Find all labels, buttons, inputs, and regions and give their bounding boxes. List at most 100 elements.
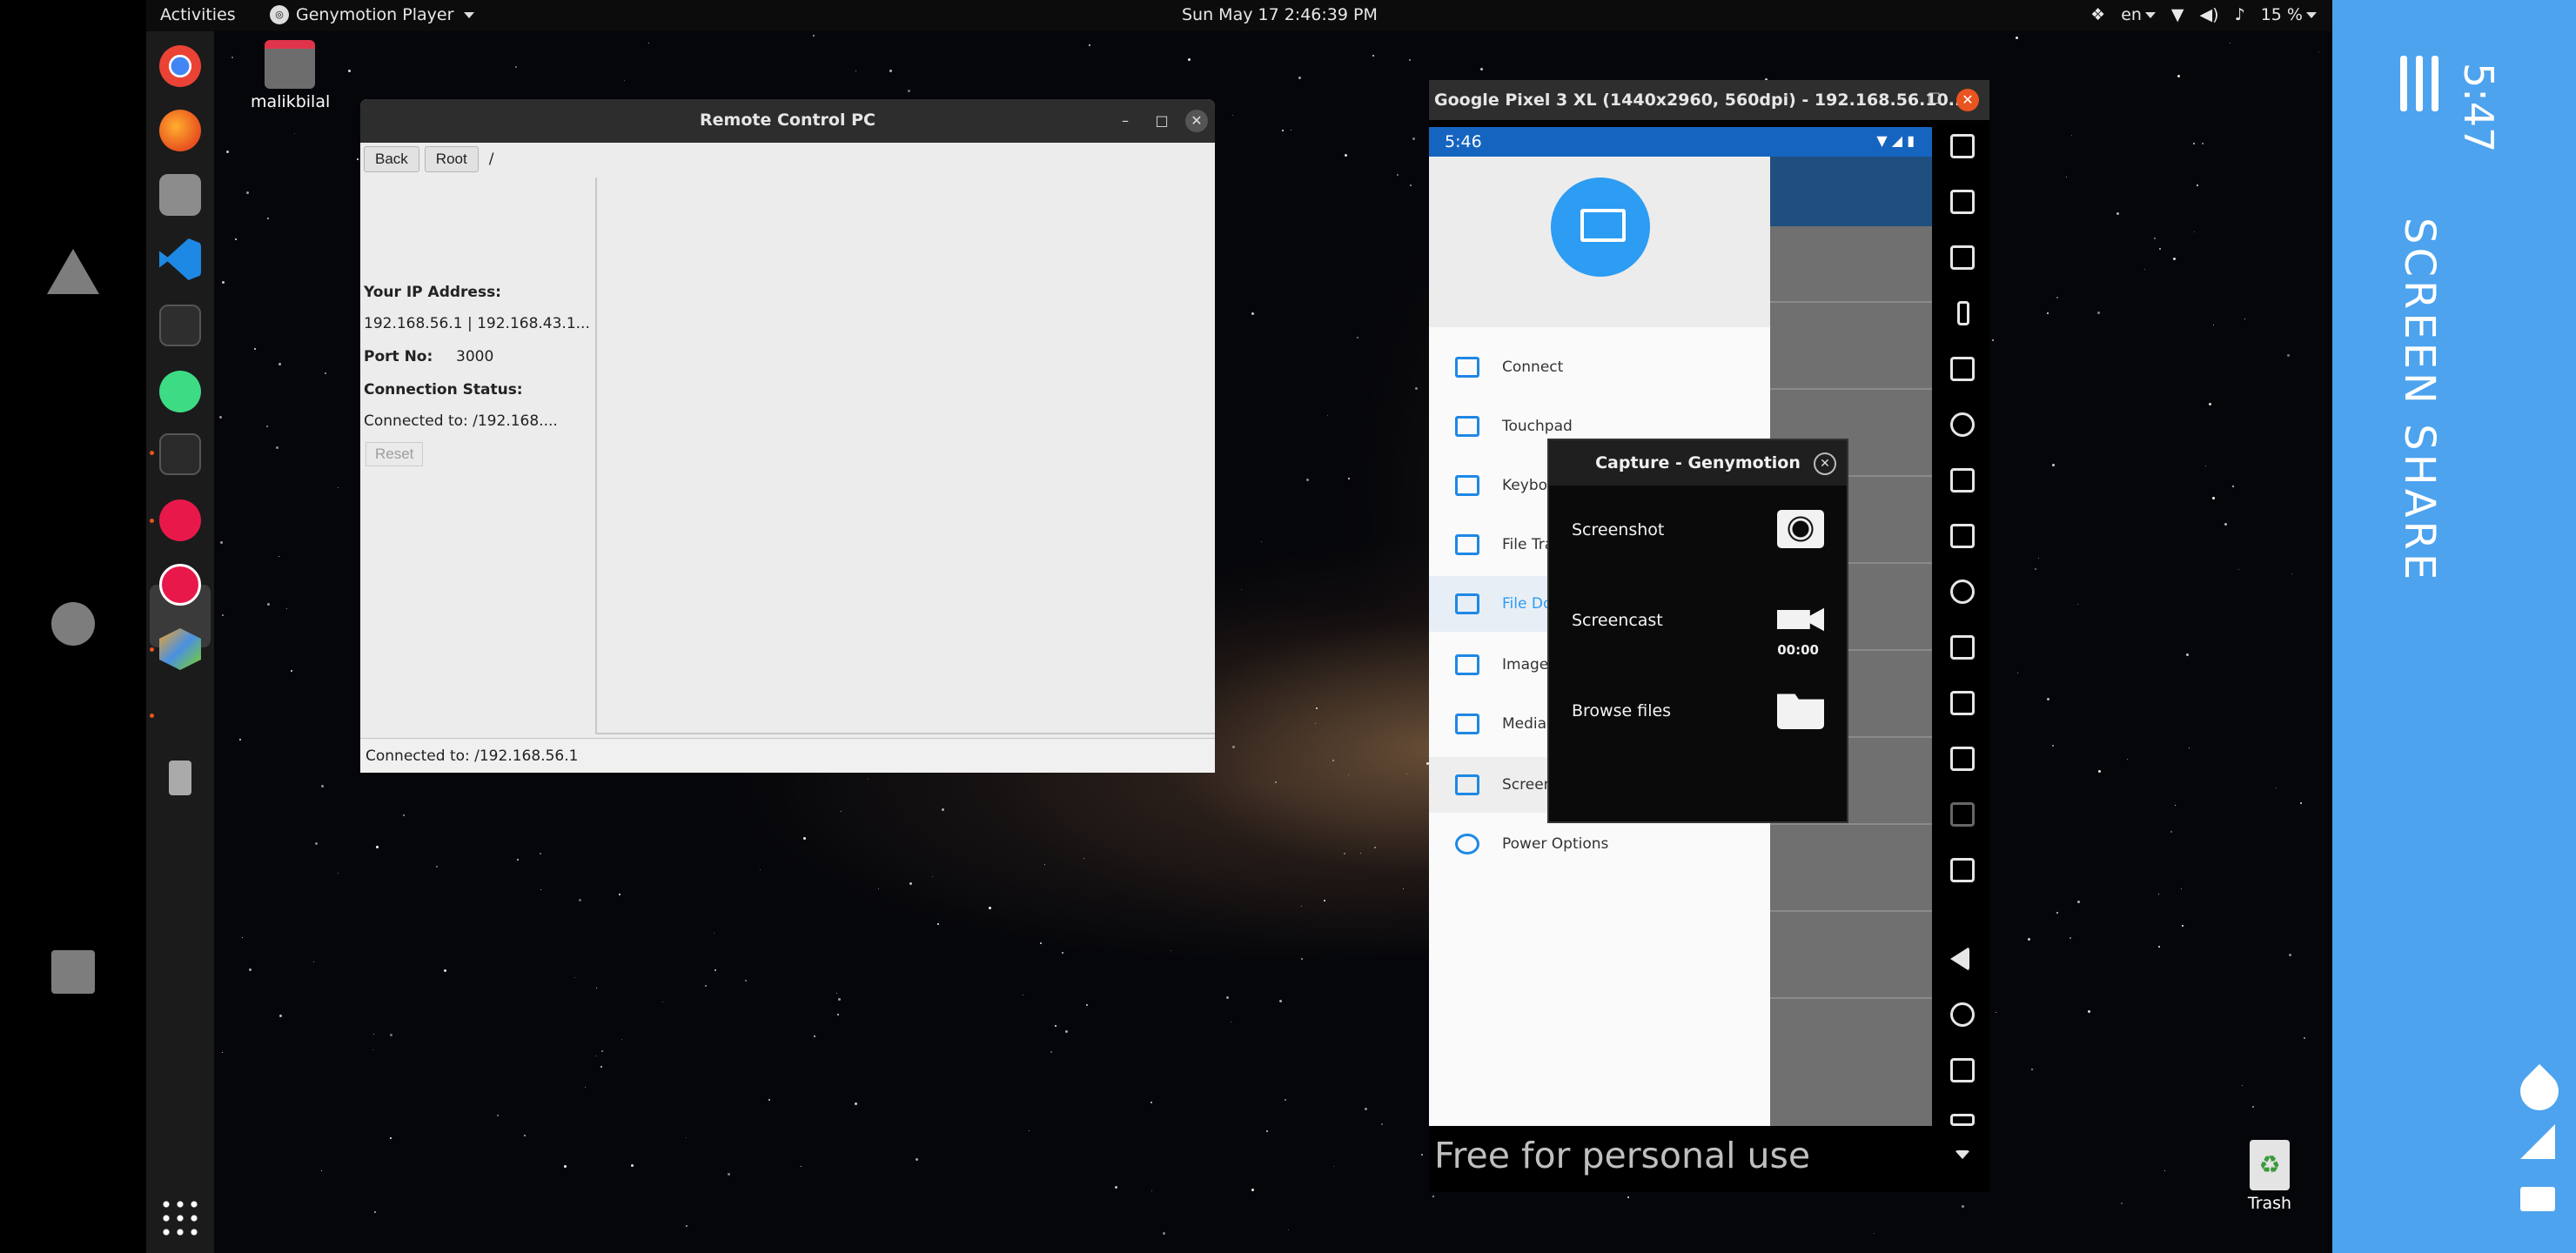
star: [1301, 906, 1302, 907]
star: [1415, 387, 1418, 390]
star: [2173, 258, 2176, 260]
file-browser-panel[interactable]: [595, 178, 1215, 734]
capture-dialog-title[interactable]: Capture - Genymotion ✕: [1549, 440, 1847, 486]
chevron-down-icon[interactable]: [1955, 1150, 1970, 1159]
webcam-icon[interactable]: [1950, 412, 1975, 437]
android-home-icon[interactable]: [51, 602, 95, 646]
phone-device-icon[interactable]: [169, 761, 191, 795]
open-gapps-icon[interactable]: [1950, 747, 1975, 771]
drawer-item-connect[interactable]: Connect: [1429, 339, 1770, 395]
android-studio-icon[interactable]: [159, 371, 201, 412]
star: [836, 993, 837, 994]
device-id-icon[interactable]: [1950, 524, 1975, 548]
star: [2194, 231, 2195, 232]
drawer-item-label: File Tra: [1502, 536, 1554, 553]
star: [686, 1225, 688, 1227]
camera-icon[interactable]: [1777, 510, 1824, 548]
star: [1050, 1051, 1052, 1053]
files-icon[interactable]: [159, 174, 201, 216]
star: [1306, 479, 1309, 481]
star: [2052, 745, 2054, 747]
fullscreen-icon[interactable]: [1950, 190, 1975, 214]
activities-button[interactable]: Activities: [160, 5, 236, 24]
star: [574, 977, 575, 978]
window-titlebar[interactable]: Google Pixel 3 XL (1440x2960, 560dpi) - …: [1429, 80, 1989, 120]
media-icon: [1455, 714, 1479, 734]
star: [1348, 478, 1350, 479]
list-divider: [1770, 388, 1932, 390]
video-camera-icon[interactable]: [1777, 607, 1824, 632]
close-icon[interactable]: ✕: [1956, 89, 1979, 111]
volume-icon: ◀): [2199, 5, 2219, 24]
star: [2077, 604, 2078, 605]
star: [2224, 523, 2227, 526]
star: [373, 1034, 374, 1035]
rotate-icon[interactable]: [1950, 134, 1975, 158]
system-monitor-icon[interactable]: [159, 433, 201, 475]
genymotion-toolbar: [1935, 120, 1989, 1192]
star: [1089, 44, 1090, 46]
star: [1150, 1102, 1152, 1103]
star: [524, 1135, 526, 1136]
home-folder[interactable]: malikbilal: [251, 40, 330, 111]
star: [1315, 723, 1316, 724]
star: [338, 487, 339, 488]
firefox-icon[interactable]: [159, 110, 201, 151]
recent-apps-icon[interactable]: [1950, 1058, 1975, 1082]
menu-icon[interactable]: [1950, 1114, 1975, 1126]
vscode-icon[interactable]: [159, 238, 201, 280]
star: [686, 1137, 687, 1138]
reset-button[interactable]: Reset: [366, 442, 424, 466]
terminal-icon[interactable]: [159, 305, 201, 346]
star: [1261, 541, 1262, 542]
star: [2175, 805, 2176, 806]
clock[interactable]: Sun May 17 2:46:39 PM: [1182, 5, 1378, 24]
share-icon[interactable]: [1950, 802, 1975, 827]
back-icon[interactable]: [1950, 947, 1969, 971]
cast-icon[interactable]: [1950, 635, 1975, 660]
system-tray[interactable]: ❖ en ▼ ◀) ♪ 15 %: [2090, 5, 2317, 24]
battery-icon[interactable]: [1957, 301, 1969, 325]
maximize-icon[interactable]: □: [1928, 89, 1941, 105]
star: [1275, 781, 1277, 783]
star: [916, 1158, 918, 1161]
screenshot-row[interactable]: Screenshot: [1549, 486, 1850, 576]
star: [2232, 486, 2234, 487]
screencast-row[interactable]: Screencast 00:00: [1549, 576, 1850, 667]
gps-icon[interactable]: [1950, 357, 1975, 381]
minimize-icon[interactable]: –: [1114, 110, 1137, 132]
show-applications-icon[interactable]: [159, 1197, 201, 1239]
hamburger-menu-icon[interactable]: [2400, 56, 2438, 111]
star: [937, 923, 939, 925]
maximize-icon[interactable]: □: [1150, 110, 1173, 132]
volume-up-icon[interactable]: [1950, 858, 1975, 882]
sms-icon[interactable]: [1950, 691, 1975, 715]
drawer-item-power-options[interactable]: Power Options: [1429, 816, 1770, 872]
chrome-icon[interactable]: [159, 45, 201, 87]
star: [1324, 900, 1325, 901]
star: [2304, 1037, 2305, 1039]
genymotion-icon[interactable]: [159, 499, 201, 541]
root-button[interactable]: Root: [424, 146, 479, 172]
star: [909, 882, 912, 885]
capture-icon[interactable]: [1950, 245, 1975, 270]
star: [321, 1170, 322, 1171]
android-back-icon[interactable]: [47, 249, 99, 294]
close-icon[interactable]: ✕: [1814, 452, 1836, 475]
home-icon[interactable]: [1950, 1002, 1975, 1027]
android-recents-icon[interactable]: [51, 950, 95, 994]
language-indicator[interactable]: en: [2121, 5, 2156, 24]
app-menu[interactable]: ◎ Genymotion Player: [270, 5, 475, 24]
trash[interactable]: ♻ Trash: [2226, 1140, 2313, 1213]
browse-files-row[interactable]: Browse files: [1549, 667, 1850, 757]
move-icon[interactable]: [1950, 468, 1975, 492]
back-button[interactable]: Back: [364, 146, 419, 172]
close-icon[interactable]: ✕: [1185, 110, 1208, 132]
folder-icon[interactable]: [1777, 694, 1824, 729]
disk-io-icon[interactable]: [1950, 580, 1975, 604]
android-time: 5:47: [2455, 63, 2502, 153]
window-titlebar[interactable]: Remote Control PC – □ ✕: [360, 99, 1215, 143]
genymotion-player-icon[interactable]: [159, 564, 201, 606]
minimize-icon[interactable]: –: [1898, 89, 1906, 107]
star: [222, 281, 225, 284]
